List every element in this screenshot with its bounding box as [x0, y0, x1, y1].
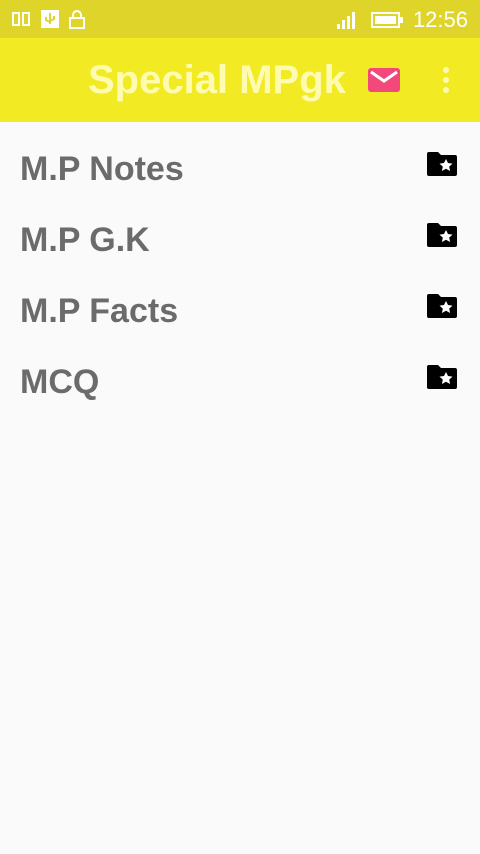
- overflow-menu-button[interactable]: [434, 64, 458, 96]
- list-item-label: MCQ: [20, 363, 100, 401]
- battery-icon: [370, 12, 403, 28]
- list-item-mp-gk[interactable]: M.P G.K: [0, 193, 480, 264]
- lock-icon: [69, 10, 85, 29]
- usb-icon: [41, 10, 59, 28]
- folder-star-icon: [427, 152, 457, 176]
- mail-icon: [368, 68, 400, 92]
- app-title: Special MPgk: [88, 58, 346, 102]
- list-item-label: M.P Notes: [20, 150, 184, 188]
- folder-star-icon: [427, 223, 457, 247]
- folder-star-icon: [427, 365, 457, 389]
- list-item-mp-facts[interactable]: M.P Facts: [0, 264, 480, 335]
- list-item-label: M.P G.K: [20, 221, 150, 259]
- link-icon: [12, 12, 30, 26]
- list-item-mp-notes[interactable]: M.P Notes: [0, 122, 480, 193]
- list-item-mcq[interactable]: MCQ: [0, 335, 480, 406]
- app-bar: Special MPgk: [0, 38, 480, 122]
- folder-star-icon: [427, 294, 457, 318]
- signal-icon: [336, 12, 355, 29]
- notification-icons: [10, 9, 86, 29]
- category-list: M.P Notes M.P G.K M.P Facts MCQ: [0, 122, 480, 406]
- system-icons: 12:56: [335, 7, 468, 33]
- status-bar: 12:56: [0, 0, 480, 38]
- overflow-menu-icon: [443, 67, 449, 93]
- status-time: 12:56: [412, 7, 468, 32]
- list-item-label: M.P Facts: [20, 292, 179, 330]
- mail-button[interactable]: [368, 68, 400, 92]
